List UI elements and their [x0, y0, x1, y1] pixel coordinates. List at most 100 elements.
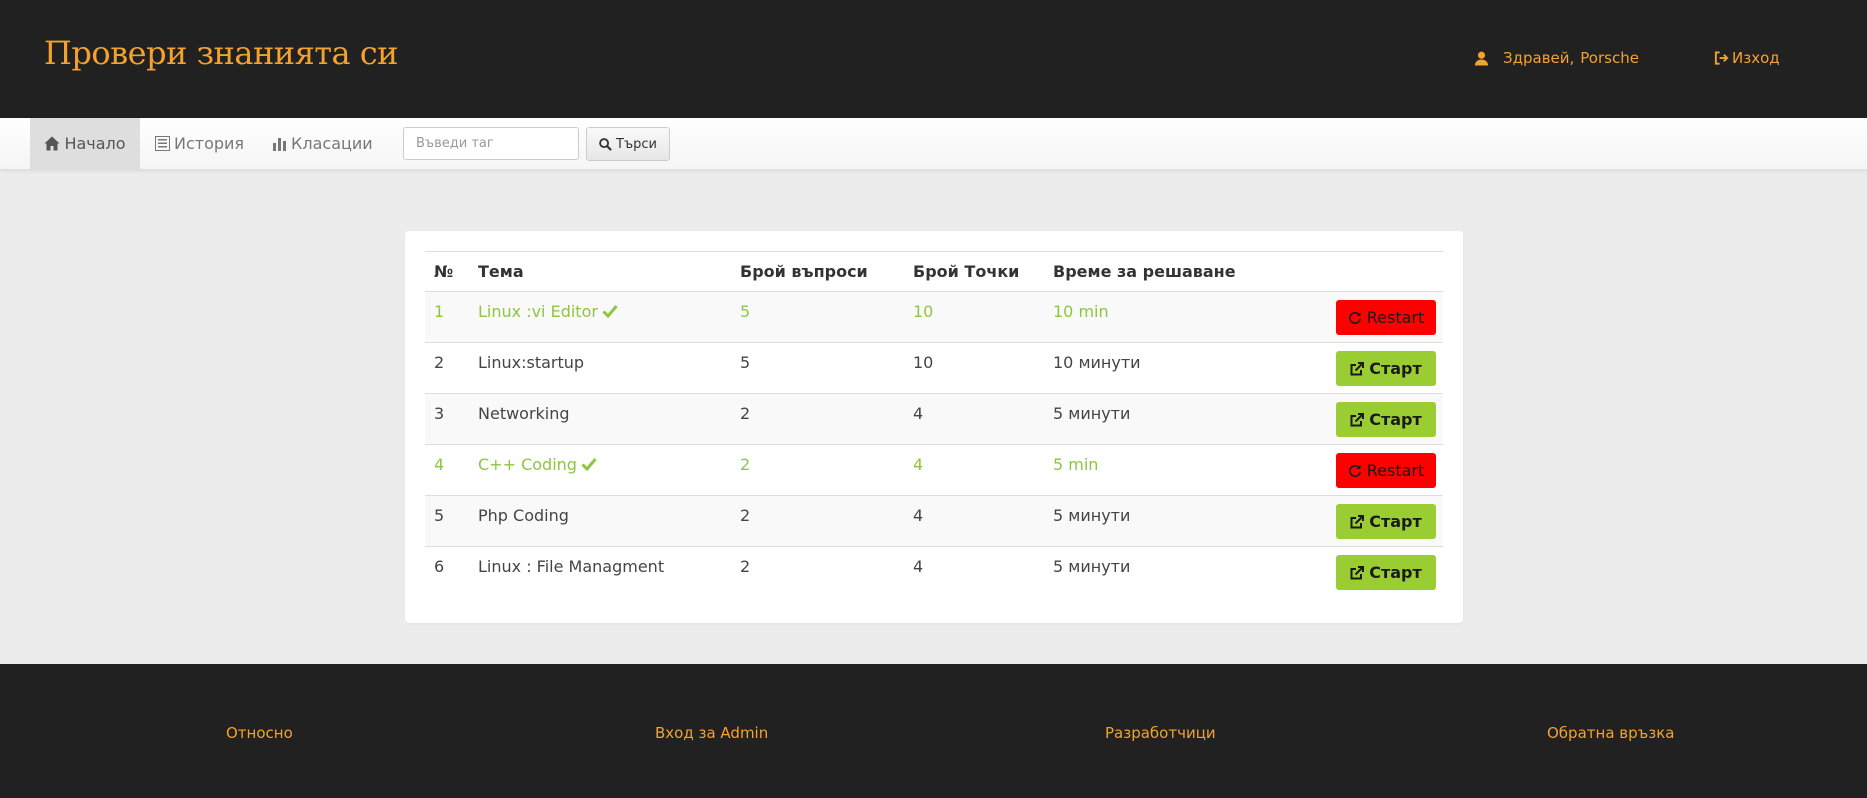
footer: Относно Вход за Admin Разработчици Обрат…	[0, 664, 1867, 798]
table-row: 2 Linux:startup 5 10 10 минути Старт	[425, 342, 1443, 394]
row-topic: Linux : File Managment	[469, 546, 731, 598]
row-points: 10	[904, 342, 1044, 394]
footer-about-link[interactable]: Относно	[226, 724, 293, 742]
row-time: 10 min	[1044, 291, 1304, 343]
row-num: 3	[425, 393, 469, 445]
row-action: Старт	[1304, 393, 1443, 445]
start-button[interactable]: Старт	[1336, 555, 1436, 590]
nav-history[interactable]: История	[155, 118, 244, 169]
row-topic-text: Linux :vi Editor	[478, 302, 598, 321]
row-topic: Php Coding	[469, 495, 731, 547]
table-row: 4 C++ Coding 2 4 5 min Restart	[425, 444, 1443, 496]
nav-rankings[interactable]: Класации	[272, 118, 373, 169]
row-topic: C++ Coding	[469, 444, 731, 496]
start-button[interactable]: Старт	[1336, 351, 1436, 386]
start-label: Старт	[1369, 410, 1422, 429]
row-action: Старт	[1304, 546, 1443, 598]
logout-link[interactable]: Изход	[1714, 49, 1780, 67]
check-icon	[602, 305, 618, 319]
header-topic: Тема	[469, 251, 731, 292]
search-button[interactable]: Търси	[586, 127, 670, 161]
row-time: 5 минути	[1044, 495, 1304, 547]
row-num: 4	[425, 444, 469, 496]
user-icon	[1474, 51, 1489, 66]
footer-developers-link[interactable]: Разработчици	[1105, 724, 1216, 742]
external-link-icon	[1350, 412, 1365, 426]
row-action: Restart	[1304, 444, 1443, 496]
header: Провери знанията си Здравей, Porsche Изх…	[0, 0, 1867, 118]
footer-feedback-link[interactable]: Обратна връзка	[1547, 724, 1674, 742]
greeting-text: Здравей,	[1503, 49, 1575, 67]
row-questions: 2	[731, 546, 904, 598]
restart-button[interactable]: Restart	[1336, 300, 1436, 335]
nav-history-label: История	[174, 134, 245, 153]
quiz-table: № Тема Брой въпроси Брой Точки Време за …	[425, 251, 1443, 598]
tag-search-input[interactable]	[403, 127, 579, 160]
bar-chart-icon	[273, 138, 286, 151]
row-questions: 2	[731, 393, 904, 445]
logout-icon	[1714, 51, 1729, 65]
row-time: 5 min	[1044, 444, 1304, 496]
list-icon	[155, 136, 170, 151]
header-points: Брой Точки	[904, 251, 1044, 292]
username: Porsche	[1580, 49, 1639, 67]
navbar: Начало История Класации	[0, 118, 1867, 169]
start-label: Старт	[1369, 563, 1422, 582]
table-row: 1 Linux :vi Editor 5 10 10 min Restart	[425, 291, 1443, 343]
table-header-row: № Тема Брой въпроси Брой Точки Време за …	[425, 251, 1443, 292]
refresh-icon	[1348, 311, 1361, 324]
row-action: Старт	[1304, 495, 1443, 547]
quiz-panel: № Тема Брой въпроси Брой Точки Време за …	[405, 231, 1463, 623]
row-points: 4	[904, 546, 1044, 598]
home-icon	[44, 136, 60, 151]
nav-home[interactable]: Начало	[30, 118, 140, 169]
header-action	[1304, 251, 1443, 292]
restart-button[interactable]: Restart	[1336, 453, 1436, 488]
footer-admin-login-link[interactable]: Вход за Admin	[655, 724, 768, 742]
row-topic: Linux:startup	[469, 342, 731, 394]
row-questions: 2	[731, 444, 904, 496]
logout-label: Изход	[1732, 49, 1780, 67]
site-title[interactable]: Провери знанията си	[44, 34, 399, 72]
row-questions: 5	[731, 342, 904, 394]
external-link-icon	[1350, 361, 1365, 375]
table-row: 6 Linux : File Managment 2 4 5 минути Ст…	[425, 546, 1443, 598]
row-points: 10	[904, 291, 1044, 343]
table-row: 5 Php Coding 2 4 5 минути Старт	[425, 495, 1443, 547]
row-time: 10 минути	[1044, 342, 1304, 394]
header-num: №	[425, 251, 469, 292]
row-questions: 5	[731, 291, 904, 343]
start-label: Старт	[1369, 359, 1422, 378]
row-action: Старт	[1304, 342, 1443, 394]
search-button-label: Търси	[616, 136, 657, 152]
row-topic: Linux :vi Editor	[469, 291, 731, 343]
row-num: 2	[425, 342, 469, 394]
refresh-icon	[1348, 464, 1361, 477]
user-greeting: Здравей, Porsche	[1474, 49, 1639, 67]
row-time: 5 минути	[1044, 546, 1304, 598]
row-points: 4	[904, 444, 1044, 496]
restart-label: Restart	[1366, 308, 1425, 327]
row-num: 5	[425, 495, 469, 547]
nav-rankings-label: Класации	[291, 134, 373, 153]
row-points: 4	[904, 495, 1044, 547]
header-time: Време за решаване	[1044, 251, 1304, 292]
start-label: Старт	[1369, 512, 1422, 531]
row-topic-text: C++ Coding	[478, 455, 577, 474]
external-link-icon	[1350, 514, 1365, 528]
row-num: 6	[425, 546, 469, 598]
row-num: 1	[425, 291, 469, 343]
start-button[interactable]: Старт	[1336, 402, 1436, 437]
table-row: 3 Networking 2 4 5 минути Старт	[425, 393, 1443, 445]
restart-label: Restart	[1366, 461, 1425, 480]
row-points: 4	[904, 393, 1044, 445]
search-icon	[599, 137, 612, 151]
row-questions: 2	[731, 495, 904, 547]
row-topic: Networking	[469, 393, 731, 445]
nav-home-label: Начало	[64, 134, 126, 153]
header-questions: Брой въпроси	[731, 251, 904, 292]
start-button[interactable]: Старт	[1336, 504, 1436, 539]
external-link-icon	[1350, 565, 1365, 579]
row-action: Restart	[1304, 291, 1443, 343]
check-icon	[581, 458, 597, 472]
